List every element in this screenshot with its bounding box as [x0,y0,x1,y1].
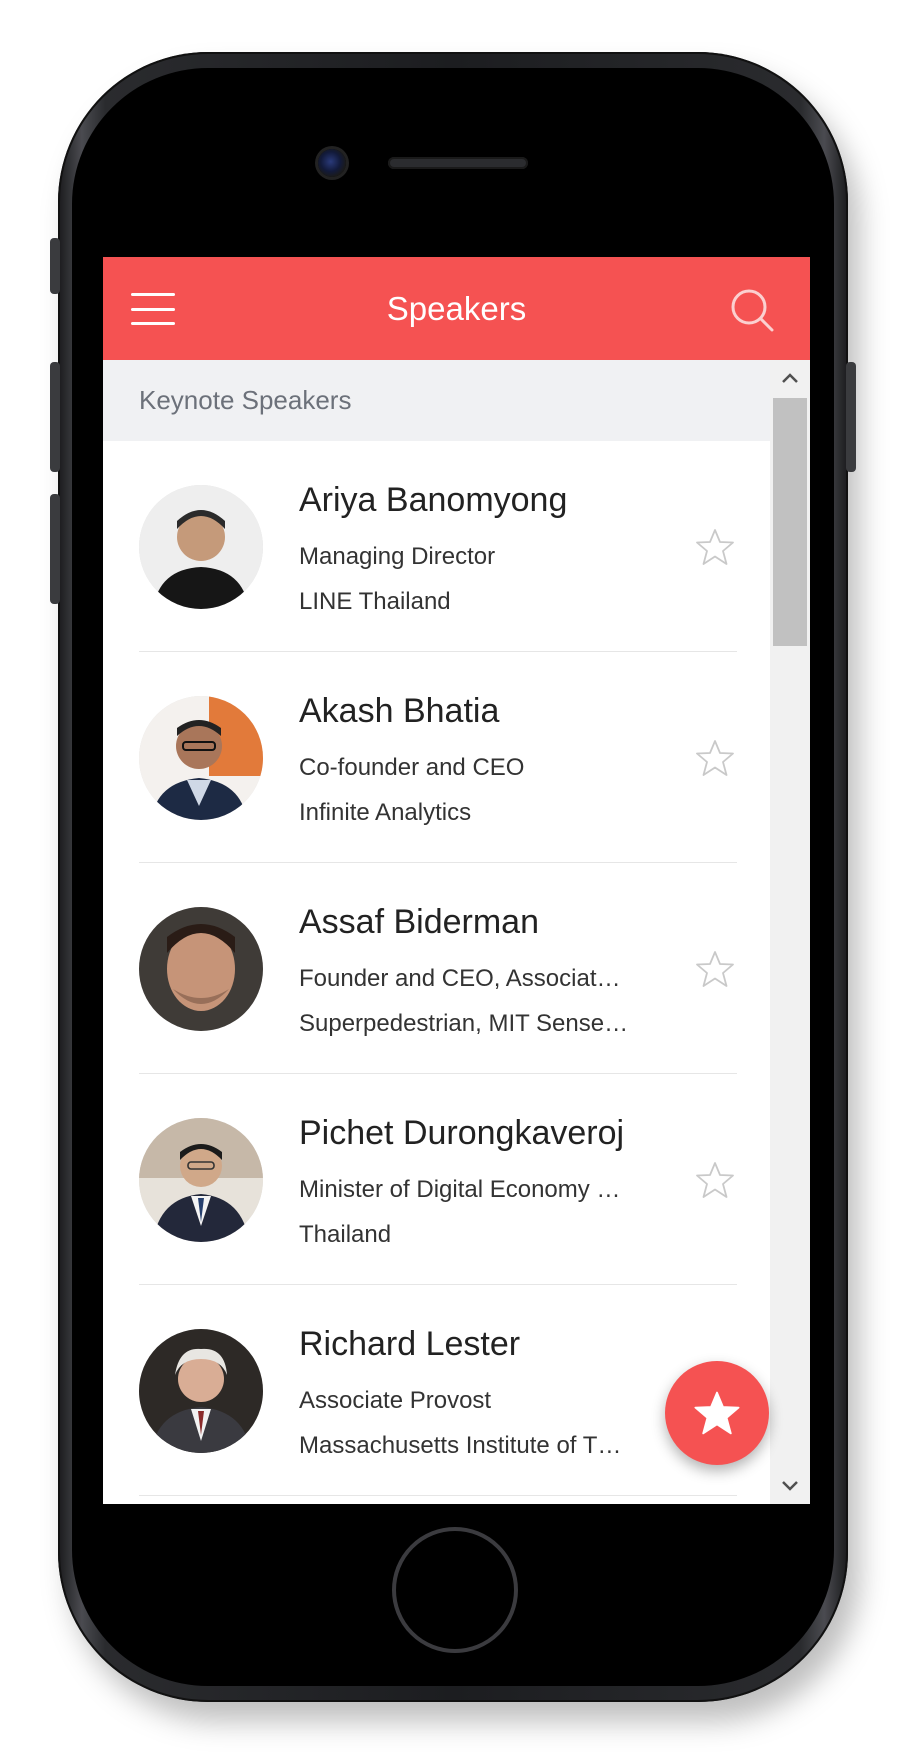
scroll-down-arrow-icon[interactable] [770,1468,810,1504]
scrollbar[interactable] [770,360,810,1504]
list-item[interactable]: Pichet Durongkaveroj Minister of Digital… [139,1074,737,1285]
speaker-organization: Infinite Analytics [299,799,472,826]
volume-down-button [50,494,60,604]
power-button [846,362,856,472]
section-header: Keynote Speakers [103,360,770,441]
favorite-star-icon[interactable] [695,1160,735,1200]
list-item[interactable]: Akash Bhatia Co-founder and CEO Infinite… [139,652,737,863]
speaker-title: Founder and CEO, Associat… [299,965,621,992]
page-title: Speakers [386,290,527,327]
speaker-name: Ariya Banomyong [299,481,568,519]
speaker-name: Pichet Durongkaveroj [299,1114,625,1152]
speaker-name: Richard Lester [299,1325,521,1363]
avatar [139,1329,263,1453]
speaker-list[interactable]: Keynote Speakers Ariya Banomyong Managin… [103,360,770,1504]
volume-up-button [50,362,60,472]
earpiece-speaker [388,157,528,169]
speaker-name: Akash Bhatia [299,692,500,730]
avatar [139,696,263,820]
speaker-organization: Thailand [299,1221,392,1248]
list-item[interactable]: Richard Lester Associate Provost Massach… [139,1285,737,1496]
speaker-name: Assaf Biderman [299,903,539,941]
front-camera [318,149,346,177]
favorite-star-icon[interactable] [695,527,735,567]
avatar [139,485,263,609]
list-item[interactable]: Assaf Biderman Founder and CEO, Associat… [139,863,737,1074]
speaker-title: Minister of Digital Economy … [299,1176,621,1203]
app-screen: Speakers Keynote Speakers Ariya Banomyon… [103,257,810,1504]
avatar [139,907,263,1031]
home-button[interactable] [392,1527,518,1653]
favorites-fab-button[interactable] [665,1361,769,1465]
app-bar: Speakers [103,257,810,360]
avatar [139,1118,263,1242]
scroll-up-arrow-icon[interactable] [770,360,810,396]
list-item[interactable]: Ariya Banomyong Managing Director LINE T… [139,441,737,652]
speaker-title: Associate Provost [299,1387,492,1414]
favorite-star-icon[interactable] [695,949,735,989]
star-icon [694,1391,740,1435]
favorite-star-icon[interactable] [695,738,735,778]
speaker-title: Co-founder and CEO [299,754,525,781]
hamburger-menu-icon[interactable] [131,293,175,325]
speaker-organization: LINE Thailand [299,588,451,615]
speaker-title: Managing Director [299,543,496,570]
scrollbar-thumb[interactable] [773,398,807,646]
mute-switch [50,238,60,294]
device-mockup: Speakers Keynote Speakers Ariya Banomyon… [0,0,905,1752]
search-icon[interactable] [729,287,775,333]
speaker-organization: Massachusetts Institute of T… [299,1432,622,1459]
speaker-organization: Superpedestrian, MIT Sense… [299,1010,629,1037]
